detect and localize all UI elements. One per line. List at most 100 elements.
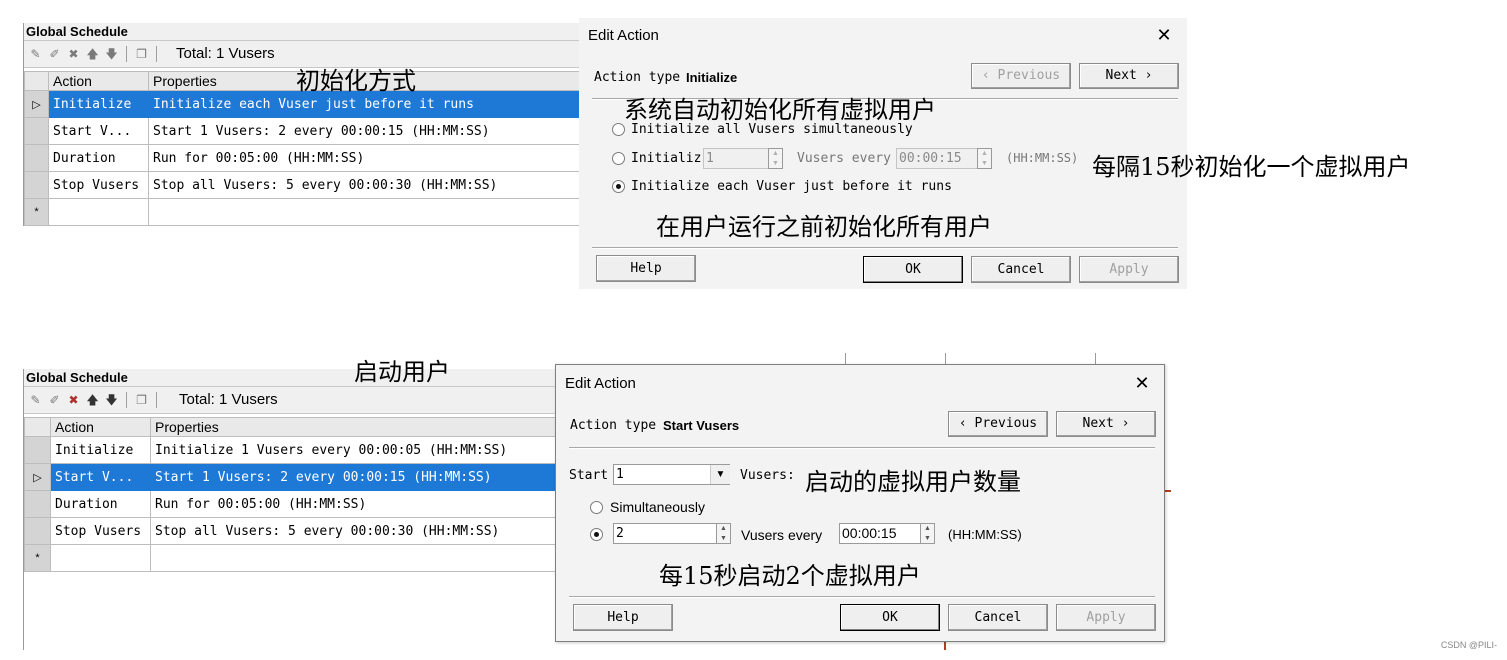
close-icon[interactable]: ✕: [1155, 26, 1173, 44]
radio-init-every[interactable]: [612, 152, 625, 165]
toolbar-separator: [126, 46, 127, 62]
chevron-down-icon[interactable]: ▼: [710, 465, 730, 484]
divider: [592, 247, 1178, 249]
add-action-icon[interactable]: ✎: [28, 47, 43, 62]
action-type-label: Action type: [570, 418, 657, 433]
edit-action-icon[interactable]: ✐: [47, 393, 62, 408]
cell-properties[interactable]: Start 1 Vusers: 2 every 00:00:15 (HH:MM:…: [148, 117, 587, 145]
row-selector: [24, 436, 51, 464]
vusers-count-field[interactable]: 2: [613, 523, 731, 544]
init-count-spinner[interactable]: ▲ ▼: [768, 148, 783, 169]
toolbar-separator: [156, 392, 157, 408]
move-down-icon[interactable]: 🡇: [104, 47, 119, 62]
cancel-button[interactable]: Cancel: [971, 256, 1071, 283]
cell-action[interactable]: [48, 198, 149, 226]
dialog-title: Edit Action: [565, 375, 636, 392]
row-selector: [24, 171, 49, 199]
cell-properties[interactable]: Stop all Vusers: 5 every 00:00:30 (HH:MM…: [148, 171, 587, 199]
table-row[interactable]: Duration Run for 00:05:00 (HH:MM:SS): [24, 490, 565, 518]
apply-button[interactable]: Apply: [1056, 604, 1156, 631]
note-init-method: 初始化方式: [296, 67, 416, 95]
init-interval-field[interactable]: 00:00:15: [896, 148, 978, 169]
table-row[interactable]: Duration Run for 00:05:00 (HH:MM:SS): [24, 144, 587, 172]
cell-action[interactable]: Initialize: [48, 90, 149, 118]
col-header-action: Action: [48, 71, 149, 91]
note-num-users: 启动的虚拟用户数量: [805, 468, 1021, 496]
cell-action[interactable]: Duration: [50, 490, 151, 518]
move-up-icon[interactable]: 🡅: [85, 393, 100, 408]
interval-spinner[interactable]: ▲ ▼: [920, 523, 935, 544]
table-row[interactable]: Start V... Start 1 Vusers: 2 every 00:00…: [24, 117, 587, 145]
action-type-value: Initialize: [686, 70, 738, 85]
col-header-properties: Properties: [150, 417, 565, 437]
note-every-15s-start: 每15秒启动2个虚拟用户: [659, 562, 921, 590]
close-icon[interactable]: ✕: [1133, 374, 1151, 392]
schedule-toolbar: ✎ ✐ ✖ 🡅 🡇 ❐ Total: 1 Vusers: [24, 387, 564, 414]
cell-properties[interactable]: Start 1 Vusers: 2 every 00:00:15 (HH:MM:…: [150, 463, 565, 491]
row-pointer-icon: ▷: [24, 463, 51, 491]
move-up-icon[interactable]: 🡅: [85, 47, 100, 62]
previous-button[interactable]: ‹ Previous: [948, 411, 1048, 437]
global-schedule-panel-top: Global Schedule ✎ ✐ ✖ 🡅 🡇 ❐ Total: 1 Vus…: [23, 23, 587, 226]
copy-icon[interactable]: ❐: [134, 393, 149, 408]
row-selector: [24, 517, 51, 545]
total-vusers-label: Total: 1 Vusers: [179, 391, 278, 408]
radio-init-before-run[interactable]: [612, 180, 625, 193]
cell-action[interactable]: Start V...: [48, 117, 149, 145]
init-count-field[interactable]: 1: [703, 148, 775, 169]
time-unit-label: (HH:MM:SS): [948, 527, 1022, 542]
table-row-new[interactable]: *: [24, 544, 565, 572]
cell-action[interactable]: Duration: [48, 144, 149, 172]
time-unit-label: (HH:MM:SS): [1006, 151, 1079, 165]
next-button[interactable]: Next ›: [1079, 63, 1179, 89]
toolbar-separator: [126, 392, 127, 408]
edit-action-icon[interactable]: ✐: [47, 47, 62, 62]
help-button[interactable]: Help: [573, 604, 673, 631]
cell-properties[interactable]: Stop all Vusers: 5 every 00:00:30 (HH:MM…: [150, 517, 565, 545]
vusers-count-spinner[interactable]: ▲ ▼: [716, 523, 731, 544]
cell-action[interactable]: Stop Vusers: [50, 517, 151, 545]
corner-header: [24, 71, 49, 91]
vusers-every-label: Vusers every: [797, 151, 891, 166]
divider: [569, 447, 1155, 449]
cell-action[interactable]: [50, 544, 151, 572]
cell-properties[interactable]: Run for 00:05:00 (HH:MM:SS): [150, 490, 565, 518]
add-action-icon[interactable]: ✎: [28, 393, 43, 408]
cell-action[interactable]: Stop Vusers: [48, 171, 149, 199]
cell-action[interactable]: Start V...: [50, 463, 151, 491]
table-row[interactable]: Initialize Initialize 1 Vusers every 00:…: [24, 436, 565, 464]
cell-properties[interactable]: [150, 544, 565, 572]
new-row-icon: *: [24, 198, 49, 226]
table-row[interactable]: Stop Vusers Stop all Vusers: 5 every 00:…: [24, 171, 587, 199]
schedule-table: Action Properties Initialize Initialize …: [24, 417, 565, 572]
cell-properties[interactable]: Initialize 1 Vusers every 00:00:05 (HH:M…: [150, 436, 565, 464]
start-label: Start: [569, 468, 609, 483]
table-row[interactable]: Stop Vusers Stop all Vusers: 5 every 00:…: [24, 517, 565, 545]
table-row-new[interactable]: *: [24, 198, 587, 226]
interval-field[interactable]: 00:00:15: [839, 523, 921, 544]
action-type-label: Action type: [594, 70, 681, 85]
delete-action-icon[interactable]: ✖: [66, 47, 81, 62]
ok-button[interactable]: OK: [863, 256, 963, 283]
move-down-icon[interactable]: 🡇: [104, 393, 119, 408]
global-schedule-title: Global Schedule: [24, 369, 564, 387]
next-button[interactable]: Next ›: [1056, 411, 1156, 437]
radio-simultaneously[interactable]: [590, 501, 603, 514]
help-button[interactable]: Help: [596, 255, 696, 282]
corner-header: [24, 417, 51, 437]
row-selector: [24, 144, 49, 172]
ok-button[interactable]: OK: [840, 604, 940, 631]
cancel-button[interactable]: Cancel: [948, 604, 1048, 631]
delete-action-icon[interactable]: ✖: [66, 393, 81, 408]
table-row[interactable]: ▷ Start V... Start 1 Vusers: 2 every 00:…: [24, 463, 565, 491]
cell-properties[interactable]: Run for 00:05:00 (HH:MM:SS): [148, 144, 587, 172]
radio-vusers-every[interactable]: [590, 528, 603, 541]
previous-button[interactable]: ‹ Previous: [971, 63, 1071, 89]
cell-action[interactable]: Initialize: [50, 436, 151, 464]
copy-icon[interactable]: ❐: [134, 47, 149, 62]
apply-button[interactable]: Apply: [1079, 256, 1179, 283]
row-pointer-icon: ▷: [24, 90, 49, 118]
cell-properties[interactable]: [148, 198, 587, 226]
init-interval-spinner[interactable]: ▲ ▼: [977, 148, 992, 169]
new-row-icon: *: [24, 544, 51, 572]
